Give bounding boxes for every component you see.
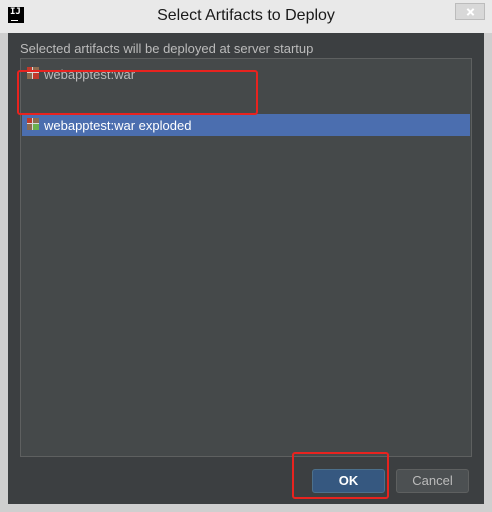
artifact-label: webapptest:war exploded	[44, 118, 192, 133]
cancel-button[interactable]: Cancel	[396, 469, 469, 493]
artifact-list: webapptest:war webapptest:war exploded	[20, 58, 472, 457]
dialog-window: IJ Select Artifacts to Deploy Selected a…	[0, 0, 492, 512]
title-bar[interactable]: IJ Select Artifacts to Deploy	[0, 0, 492, 33]
artifact-list-item-war-exploded[interactable]: webapptest:war exploded	[22, 114, 470, 136]
dialog-description: Selected artifacts will be deployed at s…	[20, 41, 314, 56]
annotation-highlight-ok	[292, 452, 389, 499]
annotation-highlight-artifact	[17, 70, 258, 115]
window-title: Select Artifacts to Deploy	[157, 7, 335, 24]
close-icon[interactable]	[455, 3, 485, 20]
war-exploded-artifact-icon	[26, 117, 40, 131]
